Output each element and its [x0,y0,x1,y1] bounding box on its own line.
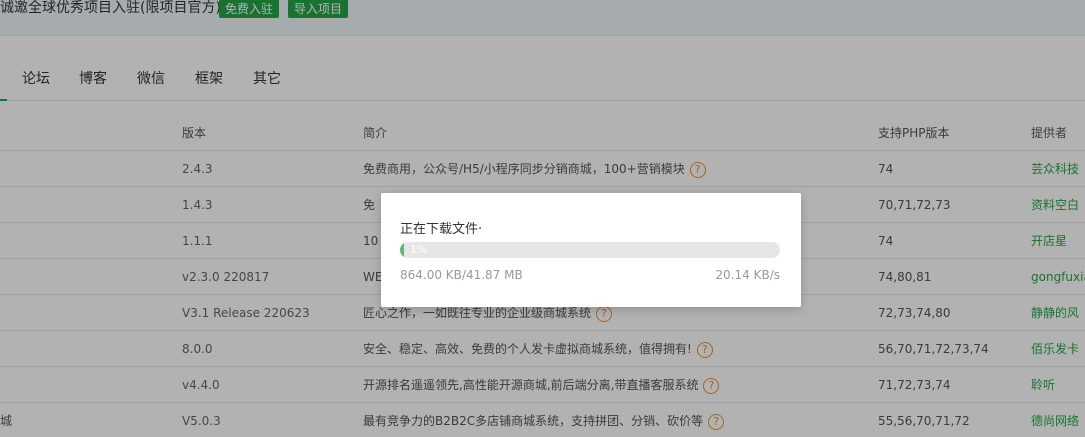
dialog-title: 正在下载文件· [400,222,483,237]
progress-fill [400,242,404,258]
download-speed: 20.14 KB/s [715,268,780,282]
download-dialog: 正在下载文件· 1% 864.00 KB/41.87 MB 20.14 KB/s [381,193,801,307]
progress-label: 1% [410,243,428,256]
progress-bar: 1% [400,242,780,258]
downloaded-size: 864.00 KB/41.87 MB [400,268,523,282]
